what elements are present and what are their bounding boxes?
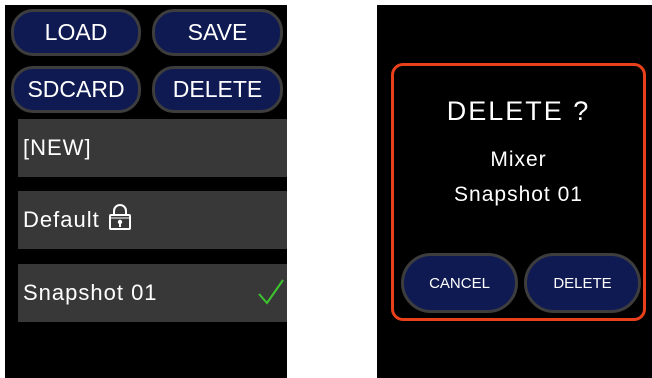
list-item-label: Snapshot 01 [23, 280, 158, 305]
sdcard-button[interactable]: SDCARD [11, 66, 141, 113]
delete-button[interactable]: DELETE [152, 66, 283, 113]
dialog-category: Mixer [490, 148, 547, 171]
list-item-default[interactable]: Default [18, 191, 287, 249]
list-item-label: [NEW] [23, 135, 92, 160]
confirm-delete-button[interactable]: DELETE [524, 253, 641, 313]
dialog-title: DELETE ? [446, 96, 591, 126]
snapshot-browser-screen: LOAD SAVE SDCARD DELETE [NEW] Default Sn… [5, 5, 287, 378]
list-item-snapshot-01[interactable]: Snapshot 01 [18, 264, 287, 322]
checkmark-icon [257, 278, 285, 312]
delete-confirm-screen: DELETE ? Mixer Snapshot 01 CANCEL DELETE [377, 5, 652, 378]
lock-icon [108, 203, 132, 237]
load-button[interactable]: LOAD [11, 9, 141, 56]
delete-confirm-dialog: DELETE ? Mixer Snapshot 01 CANCEL DELETE [391, 63, 646, 321]
save-button[interactable]: SAVE [152, 9, 283, 56]
cancel-button[interactable]: CANCEL [401, 253, 518, 313]
list-item-new[interactable]: [NEW] [18, 119, 287, 177]
list-item-label: Default [23, 207, 100, 232]
dialog-item-name: Snapshot 01 [454, 183, 583, 206]
